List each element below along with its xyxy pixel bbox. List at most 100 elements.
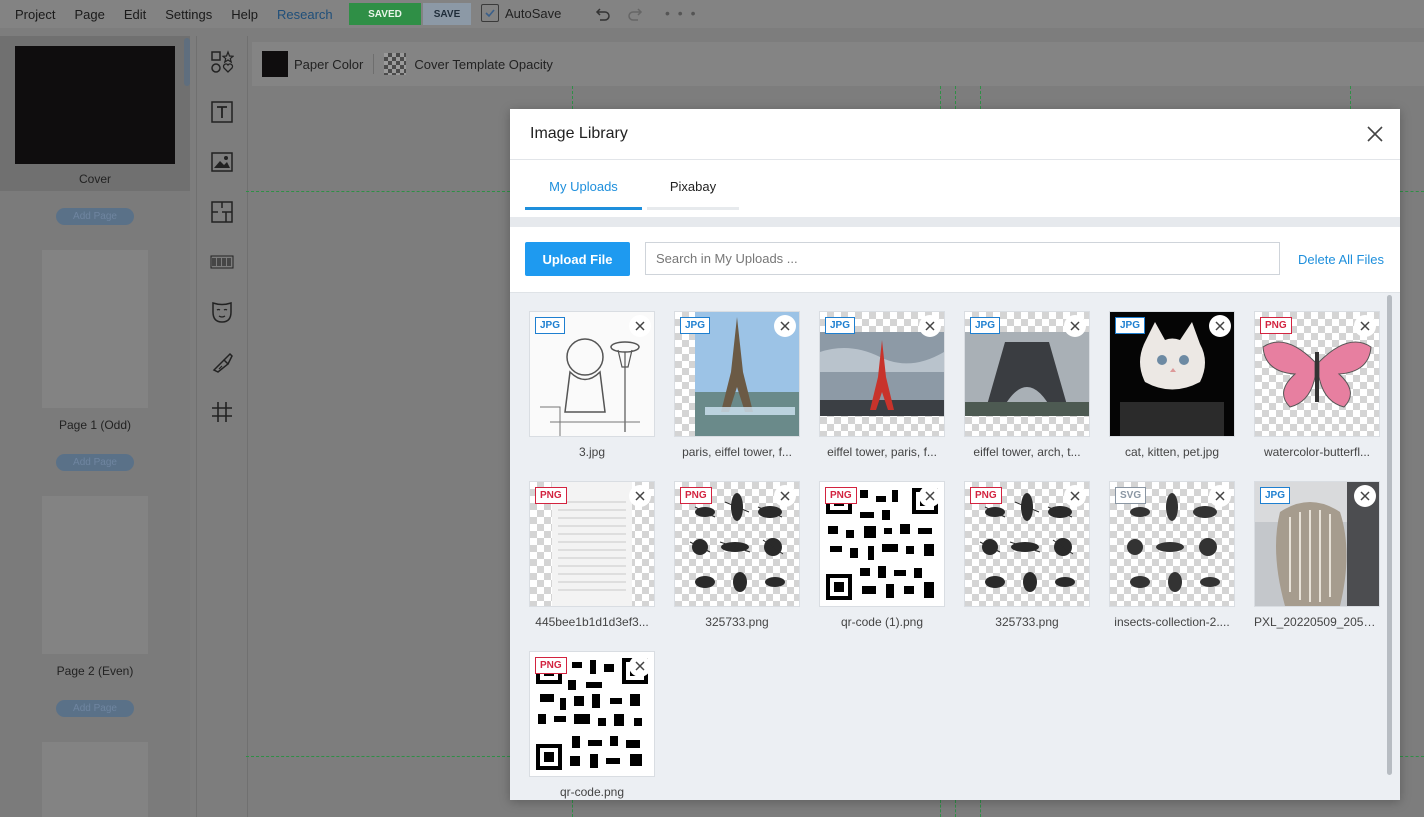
menu-settings[interactable]: Settings bbox=[165, 7, 212, 22]
image-card[interactable]: PNG qr-code.png bbox=[529, 651, 655, 799]
upload-file-button[interactable]: Upload File bbox=[525, 242, 630, 276]
image-card[interactable]: JPG eiffel tower, arch, t... bbox=[964, 311, 1090, 459]
remove-image-button[interactable] bbox=[774, 485, 796, 507]
file-type-badge: SVG bbox=[1115, 487, 1147, 504]
paper-color-swatch[interactable] bbox=[262, 51, 288, 77]
remove-image-button[interactable] bbox=[919, 485, 941, 507]
file-type-badge: JPG bbox=[825, 317, 856, 334]
paper-color-label[interactable]: Paper Color bbox=[294, 57, 363, 72]
image-card[interactable]: PNG 325733.png bbox=[674, 481, 800, 629]
remove-image-button[interactable] bbox=[629, 315, 651, 337]
add-page-button[interactable]: Add Page bbox=[56, 700, 134, 717]
image-thumbnail[interactable]: PNG bbox=[529, 651, 655, 777]
shapes-icon[interactable] bbox=[210, 50, 234, 74]
image-card[interactable]: SVG insects-collection-2.... bbox=[1109, 481, 1235, 629]
page-3-thumbnail[interactable] bbox=[42, 742, 148, 817]
redo-icon[interactable] bbox=[627, 5, 645, 23]
image-thumbnail[interactable]: JPG bbox=[674, 311, 800, 437]
search-input[interactable]: Search in My Uploads ... bbox=[645, 242, 1280, 275]
tab-pixabay[interactable]: Pixabay bbox=[647, 179, 739, 210]
image-filename: eiffel tower, paris, f... bbox=[827, 445, 937, 459]
image-filename: 325733.png bbox=[995, 615, 1059, 629]
grid-tool-icon[interactable] bbox=[210, 400, 234, 424]
add-page-button[interactable]: Add Page bbox=[56, 208, 134, 225]
remove-image-button[interactable] bbox=[1064, 485, 1086, 507]
image-card[interactable]: JPG 3.jpg bbox=[529, 311, 655, 459]
modal-title: Image Library bbox=[530, 125, 628, 142]
canvas-guide-line bbox=[980, 800, 981, 817]
image-thumbnail[interactable]: JPG bbox=[964, 311, 1090, 437]
canvas-guide-line bbox=[940, 800, 941, 817]
page-1-thumbnail[interactable] bbox=[42, 250, 148, 408]
autosave-toggle[interactable]: AutoSave bbox=[481, 4, 561, 22]
image-thumbnail[interactable]: JPG bbox=[1254, 481, 1380, 607]
remove-image-button[interactable] bbox=[1354, 315, 1376, 337]
delete-all-files-link[interactable]: Delete All Files bbox=[1298, 252, 1384, 267]
close-icon bbox=[780, 491, 790, 501]
menu-research-link[interactable]: Research bbox=[277, 7, 333, 22]
canvas-guide-line bbox=[955, 800, 956, 817]
remove-image-button[interactable] bbox=[919, 315, 941, 337]
save-button[interactable]: SAVE bbox=[423, 3, 471, 25]
image-thumbnail[interactable]: JPG bbox=[529, 311, 655, 437]
image-filename: 325733.png bbox=[705, 615, 769, 629]
remove-image-button[interactable] bbox=[774, 315, 796, 337]
saved-status-badge: SAVED bbox=[349, 3, 421, 25]
page-2-label: Page 2 (Even) bbox=[56, 664, 134, 678]
tab-my-uploads[interactable]: My Uploads bbox=[525, 179, 642, 210]
canvas-guide-line bbox=[980, 86, 981, 109]
canvas-guide-line bbox=[572, 800, 573, 817]
menu-edit[interactable]: Edit bbox=[124, 7, 146, 22]
text-tool-icon[interactable] bbox=[210, 100, 234, 124]
cover-page-item[interactable]: Cover bbox=[0, 36, 190, 191]
remove-image-button[interactable] bbox=[1064, 315, 1086, 337]
canvas-guide-line bbox=[246, 191, 510, 192]
image-card[interactable]: JPG PXL_20220509_2050... bbox=[1254, 481, 1380, 629]
menu-project[interactable]: Project bbox=[15, 7, 55, 22]
image-filename: qr-code (1).png bbox=[840, 615, 924, 629]
image-thumbnail[interactable]: PNG bbox=[1254, 311, 1380, 437]
image-card[interactable]: PNG qr-code (1).png bbox=[819, 481, 945, 629]
mask-tool-icon[interactable] bbox=[210, 300, 234, 324]
close-icon bbox=[1215, 321, 1225, 331]
add-page-button[interactable]: Add Page bbox=[56, 454, 134, 471]
close-icon[interactable] bbox=[1366, 125, 1384, 143]
file-type-badge: PNG bbox=[535, 487, 567, 504]
image-thumbnail[interactable]: PNG bbox=[819, 481, 945, 607]
image-thumbnail[interactable]: SVG bbox=[1109, 481, 1235, 607]
undo-icon[interactable] bbox=[593, 5, 611, 23]
image-thumbnail[interactable]: PNG bbox=[674, 481, 800, 607]
image-library-modal: Image Library My Uploads Pixabay Upload … bbox=[510, 109, 1400, 800]
remove-image-button[interactable] bbox=[1209, 315, 1231, 337]
remove-image-button[interactable] bbox=[1209, 485, 1231, 507]
image-tool-icon[interactable] bbox=[210, 150, 234, 174]
canvas-guide-line bbox=[955, 86, 956, 109]
puzzle-tool-icon[interactable] bbox=[210, 200, 234, 224]
autosave-checkbox[interactable] bbox=[481, 4, 499, 22]
image-card[interactable]: PNG watercolor-butterfl... bbox=[1254, 311, 1380, 459]
remove-image-button[interactable] bbox=[1354, 485, 1376, 507]
opacity-checker-icon[interactable] bbox=[384, 53, 407, 75]
menu-help[interactable]: Help bbox=[231, 7, 258, 22]
image-card[interactable]: JPG cat, kitten, pet.jpg bbox=[1109, 311, 1235, 459]
image-card[interactable]: PNG 325733.png bbox=[964, 481, 1090, 629]
cover-template-opacity-label[interactable]: Cover Template Opacity bbox=[414, 57, 553, 72]
cover-thumbnail[interactable] bbox=[15, 46, 175, 164]
page-2-thumbnail[interactable] bbox=[42, 496, 148, 654]
image-thumbnail[interactable]: JPG bbox=[1109, 311, 1235, 437]
image-grid-scrollbar[interactable] bbox=[1387, 295, 1392, 775]
image-card[interactable]: PNG 445bee1b1d1d3ef3... bbox=[529, 481, 655, 629]
pages-scrollbar[interactable] bbox=[184, 38, 190, 86]
remove-image-button[interactable] bbox=[629, 485, 651, 507]
image-card[interactable]: JPG eiffel tower, paris, f... bbox=[819, 311, 945, 459]
more-options-icon[interactable]: • • • bbox=[665, 5, 697, 21]
image-card[interactable]: JPG paris, eiffel tower, f... bbox=[674, 311, 800, 459]
image-thumbnail[interactable]: PNG bbox=[964, 481, 1090, 607]
image-thumbnail[interactable]: PNG bbox=[529, 481, 655, 607]
image-thumbnail[interactable]: JPG bbox=[819, 311, 945, 437]
remove-image-button[interactable] bbox=[629, 655, 651, 677]
paint-brush-icon[interactable] bbox=[210, 350, 234, 374]
barcode-tool-icon[interactable] bbox=[210, 250, 234, 274]
menu-page[interactable]: Page bbox=[74, 7, 104, 22]
image-filename: PXL_20220509_2050... bbox=[1254, 615, 1380, 629]
